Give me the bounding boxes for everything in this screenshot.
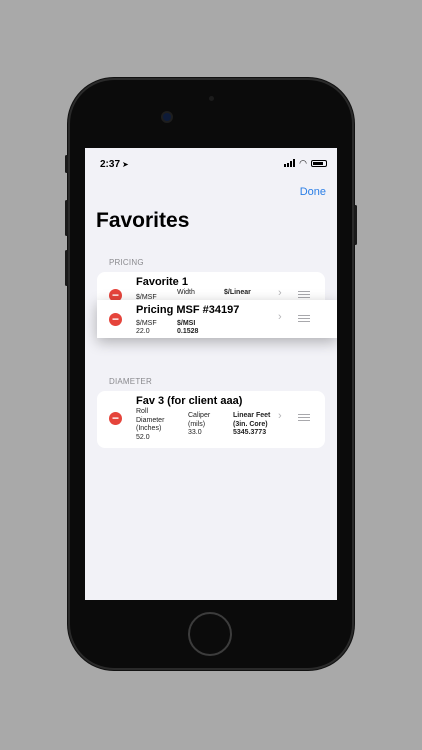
status-bar: 2:37 ➤ ◠ (85, 148, 337, 182)
chevron-right-icon: › (278, 287, 282, 299)
reorder-grip-icon[interactable] (298, 291, 310, 300)
row-title: Fav 3 (for client aaa) (136, 395, 243, 407)
volume-up-button (65, 200, 68, 236)
battery-icon (311, 159, 327, 167)
done-button[interactable]: Done (300, 186, 326, 198)
row-cell-value: 5345.3773 (233, 429, 267, 436)
cellular-signal-icon (284, 159, 296, 167)
row-cell-label: Caliper (mils) (188, 412, 211, 428)
volume-down-button (65, 250, 68, 286)
location-arrow-icon: ➤ (122, 160, 129, 169)
page-title: Favorites (96, 209, 190, 232)
list-item[interactable]: − Fav 3 (for client aaa) Roll Diameter (… (97, 391, 325, 448)
status-icons: ◠ (284, 158, 327, 168)
row-cell-value: 52.0 (136, 434, 150, 441)
app-screen: 2:37 ➤ ◠ Done Favorites PRICING − Favori… (85, 148, 337, 600)
wifi-icon: ◠ (299, 158, 307, 168)
chevron-right-icon: › (278, 311, 282, 323)
row-cell-label: Width (177, 289, 195, 296)
section-header-pricing: PRICING (109, 258, 144, 267)
reorder-grip-icon[interactable] (298, 315, 310, 324)
diameter-list-card: − Fav 3 (for client aaa) Roll Diameter (… (97, 391, 325, 448)
dragged-list-item[interactable]: − Pricing MSF #34197 $/MSF 22.0 $/MSI 0.… (97, 300, 337, 338)
row-title: Pricing MSF #34197 (136, 304, 240, 316)
section-header-diameter: DIAMETER (109, 377, 152, 386)
status-time: 2:37 (100, 159, 121, 170)
reorder-grip-icon[interactable] (298, 414, 310, 423)
front-sensor (209, 96, 214, 101)
row-cell-value: 22.0 (136, 328, 150, 335)
delete-minus-icon[interactable]: − (109, 313, 122, 326)
row-cell-label: $/Linear (224, 289, 251, 296)
row-cell-value: 33.0 (188, 429, 202, 436)
home-button[interactable] (188, 612, 232, 656)
front-camera (163, 113, 171, 121)
chevron-right-icon: › (278, 410, 282, 422)
power-button (354, 205, 357, 245)
silent-switch (65, 155, 68, 173)
row-title: Favorite 1 (136, 276, 188, 288)
row-cell-value: 0.1528 (177, 328, 199, 335)
delete-minus-icon[interactable]: − (109, 412, 122, 425)
row-cell-label: Linear Feet (3in. Core) (233, 412, 271, 428)
row-cell-label: Roll Diameter (Inches) (136, 408, 165, 432)
